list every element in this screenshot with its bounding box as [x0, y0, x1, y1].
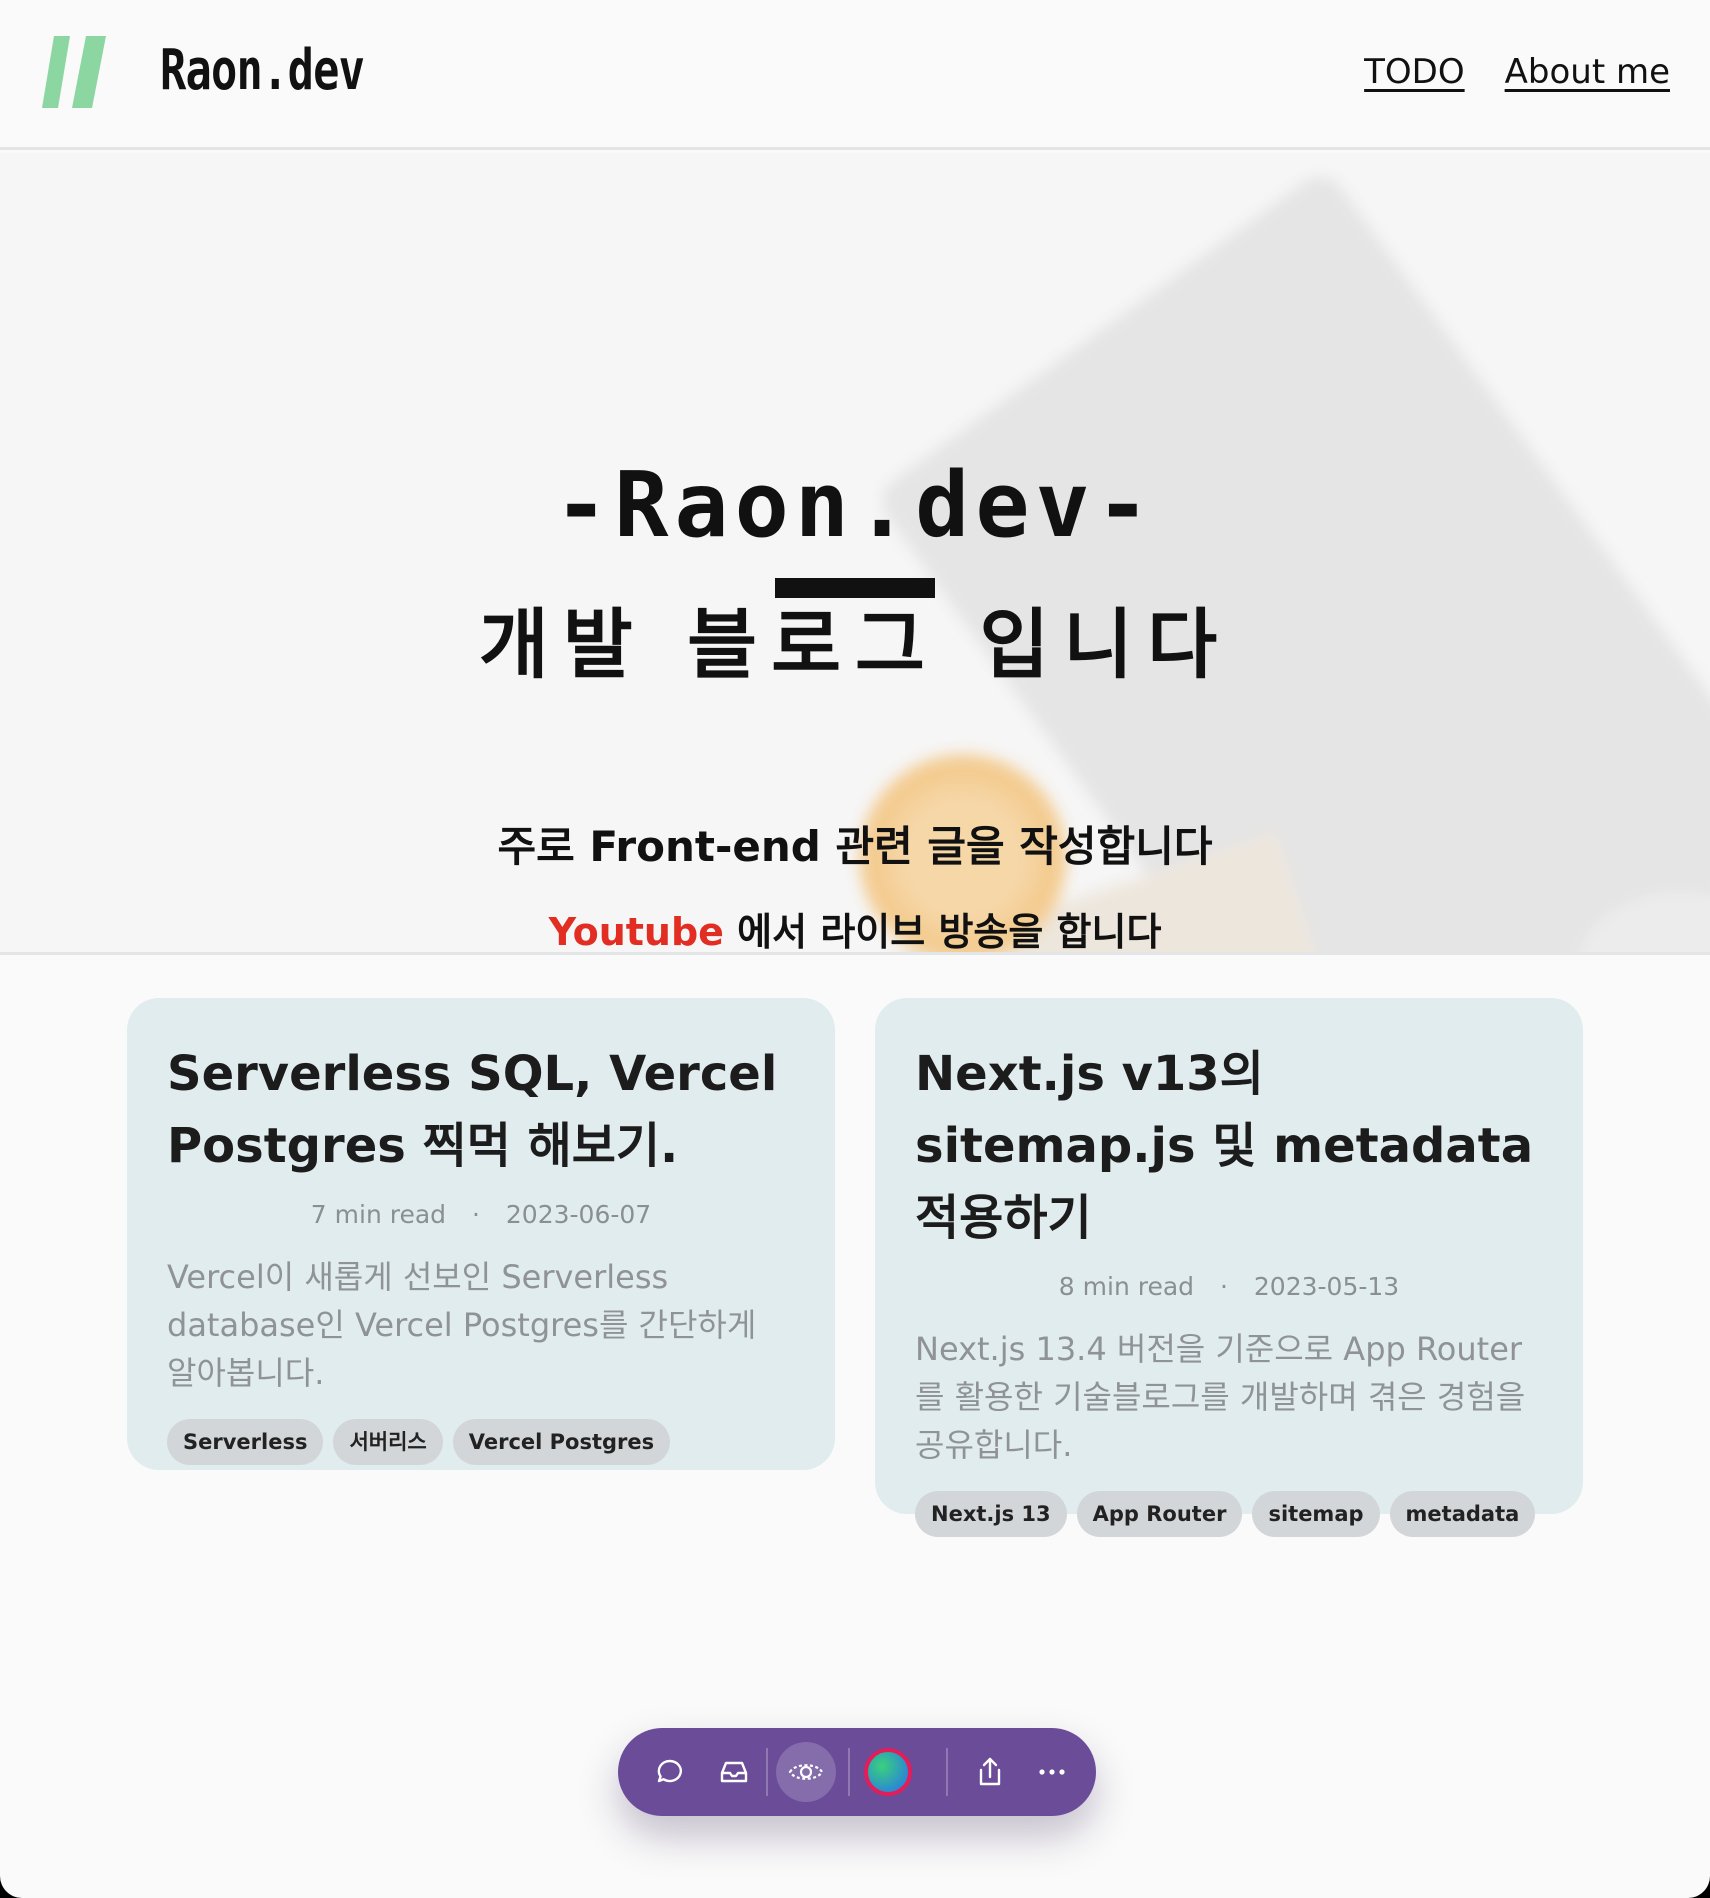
post-tags: Next.js 13 App Router sitemap metadata [915, 1491, 1543, 1537]
meta-separator: · [472, 1200, 480, 1229]
nav-link-about-me[interactable]: About me [1505, 52, 1670, 92]
user-avatar [864, 1748, 912, 1796]
post-date: 2023-06-07 [505, 1200, 652, 1229]
post-description: Next.js 13.4 버전을 기준으로 App Router를 활용한 기술… [915, 1330, 1526, 1464]
tag-chip[interactable]: sitemap [1252, 1491, 1380, 1537]
post-date: 2023-05-13 [1253, 1272, 1400, 1301]
youtube-link[interactable]: Youtube [549, 910, 724, 952]
tag-chip[interactable]: Serverless [167, 1419, 324, 1465]
post-meta: 8 min read · 2023-05-13 [915, 1272, 1543, 1301]
post-read-time: 7 min read [310, 1200, 447, 1229]
hero-title: -Raon.dev- [554, 453, 1156, 558]
tag-chip[interactable]: metadata [1389, 1491, 1536, 1537]
avatar[interactable] [858, 1742, 918, 1802]
toolbar-divider [848, 1748, 850, 1796]
hero-youtube-line: Youtube 에서 라이브 방송을 합니다 [0, 901, 1710, 954]
post-title[interactable]: Serverless SQL, Vercel Postgres 찍먹 해보기. [167, 1038, 795, 1182]
browser-window: Raon.dev TODO About me -Raon.dev- 개발 블로그… [0, 0, 1710, 1898]
post-title[interactable]: Next.js v13의 sitemap.js 및 metadata 적용하기 [915, 1038, 1543, 1254]
floating-toolbar [618, 1728, 1096, 1816]
inbox-icon[interactable] [704, 1742, 764, 1802]
more-icon[interactable] [1022, 1742, 1082, 1802]
site-header: Raon.dev TODO About me [0, 0, 1710, 150]
hero-banner: -Raon.dev- 개발 블로그 입니다 주로 Front-end 관련 글을… [0, 153, 1710, 955]
hero-divider [775, 578, 935, 598]
post-meta: 7 min read · 2023-06-07 [167, 1200, 795, 1229]
raon-logo-icon[interactable] [40, 32, 118, 112]
tag-chip[interactable]: 서버리스 [333, 1419, 443, 1465]
hero-youtube-text: 에서 라이브 방송을 합니다 [723, 910, 1162, 954]
post-description: Vercel이 새롭게 선보인 Serverless database인 Ver… [167, 1258, 757, 1392]
comment-icon[interactable] [640, 1742, 700, 1802]
post-card[interactable]: Serverless SQL, Vercel Postgres 찍먹 해보기. … [127, 998, 835, 1470]
main-nav: TODO About me [1364, 52, 1670, 92]
site-title[interactable]: Raon.dev [160, 38, 365, 103]
toolbar-divider [946, 1748, 948, 1796]
hero-subtitle: 개발 블로그 입니다 [478, 600, 1232, 689]
tag-chip[interactable]: Vercel Postgres [452, 1419, 671, 1465]
nav-link-todo[interactable]: TODO [1364, 52, 1464, 92]
post-tags: Serverless 서버리스 Vercel Postgres [167, 1419, 795, 1465]
meta-separator: · [1220, 1272, 1228, 1301]
hero-description: 주로 Front-end 관련 글을 작성합니다 [497, 822, 1213, 871]
share-icon[interactable] [960, 1742, 1020, 1802]
post-read-time: 8 min read [1058, 1272, 1195, 1301]
tag-chip[interactable]: App Router [1076, 1491, 1243, 1537]
tag-chip[interactable]: Next.js 13 [915, 1491, 1067, 1537]
toolbar-divider [766, 1748, 768, 1796]
post-card[interactable]: Next.js v13의 sitemap.js 및 metadata 적용하기 … [875, 998, 1583, 1537]
preview-eye-icon[interactable] [776, 1742, 836, 1802]
